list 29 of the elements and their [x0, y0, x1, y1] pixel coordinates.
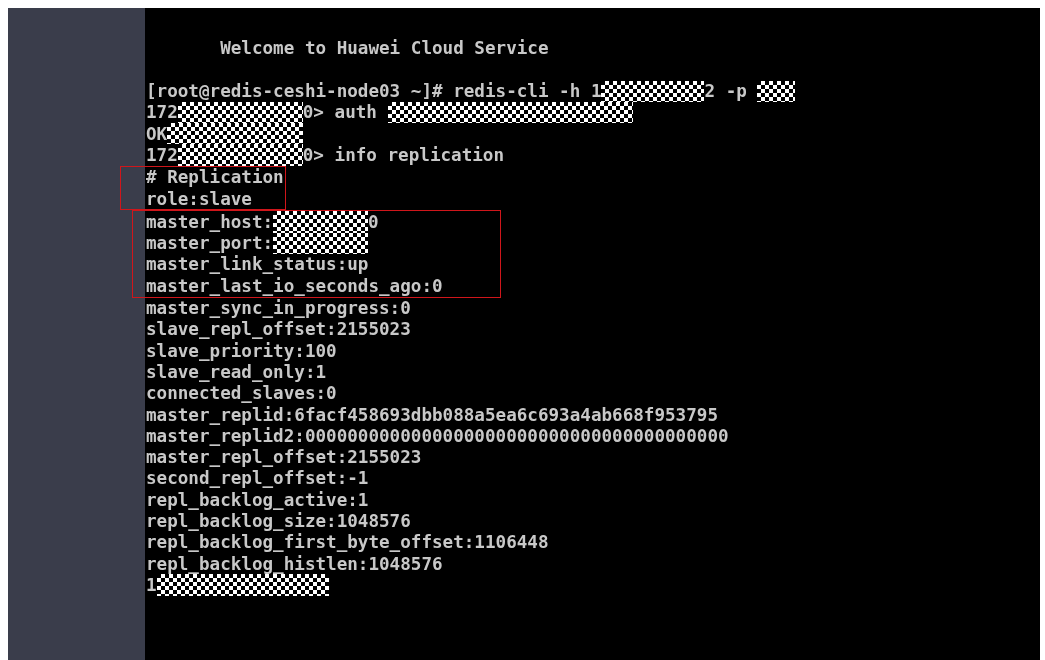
terminal-text: repl_backlog_histlen:1048576 [146, 552, 443, 576]
terminal-text: master_host: [146, 210, 274, 234]
terminal-text: repl_backlog_size:1048576 [146, 510, 411, 533]
terminal-text: master_replid2:0000000000000000000000000000000000000000 [146, 425, 729, 448]
terminal-text: 172 [146, 143, 178, 167]
terminal-text: second_repl_offset:-1 [146, 467, 369, 491]
terminal-text: repl_backlog_first_byte_offset:1106448 [146, 531, 549, 555]
terminal-text: repl_backlog_active:1 [146, 488, 369, 512]
terminal-text: master_link_status:up [146, 253, 369, 277]
terminal-text: 2 -p [704, 80, 748, 104]
terminal-text: # Replication [146, 166, 284, 190]
terminal-text: slave_repl_offset:2155023 [146, 318, 411, 342]
terminal-text: 1 [146, 574, 157, 597]
terminal-text: OK [146, 122, 168, 146]
terminal-text: master_replid:6facf458693dbb088a5ea6c693a4ab668f953795 [146, 403, 718, 427]
terminal-text: [root@redis-ceshi-node03 ~]# redis-cli -h 1 [146, 80, 602, 104]
terminal-text: master_repl_offset:2155023 [146, 446, 422, 470]
terminal-text: master_last_io_seconds_ago:0 [146, 274, 443, 298]
terminal-text: role:slave [146, 187, 252, 211]
terminal-text: Welcome to Huawei Cloud Service [219, 37, 549, 61]
terminal-text: master_port: [146, 232, 274, 255]
terminal-text: master_sync_in_progress:0 [146, 297, 411, 320]
terminal-text: 172 [146, 101, 178, 125]
terminal-text: 0> auth [302, 101, 378, 125]
terminal-text: slave_read_only:1 [146, 361, 327, 384]
terminal-text: 0> info replication [302, 143, 505, 167]
terminal-text: connected_slaves:0 [146, 382, 337, 406]
terminal-text: slave_priority:100 [146, 339, 337, 363]
terminal-text: 0 [368, 210, 379, 234]
